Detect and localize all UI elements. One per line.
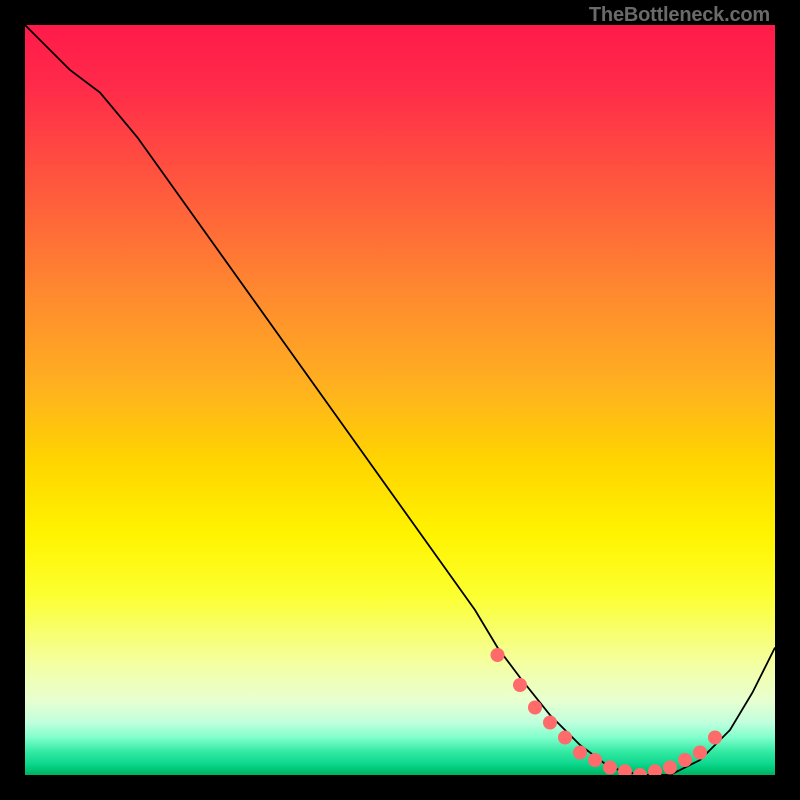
marker-dot <box>558 731 572 745</box>
chart-svg <box>25 25 775 775</box>
marker-dot <box>603 761 617 775</box>
marker-layer <box>491 648 723 775</box>
marker-dot <box>618 764 632 775</box>
marker-dot <box>693 746 707 760</box>
marker-dot <box>633 768 647 775</box>
marker-dot <box>588 753 602 767</box>
plot-area <box>25 25 775 775</box>
bottleneck-curve <box>25 25 775 775</box>
chart-frame: TheBottleneck.com <box>0 0 800 800</box>
marker-dot <box>663 761 677 775</box>
curve-layer <box>25 25 775 775</box>
marker-dot <box>678 753 692 767</box>
marker-dot <box>528 701 542 715</box>
marker-dot <box>513 678 527 692</box>
marker-dot <box>543 716 557 730</box>
watermark-text: TheBottleneck.com <box>589 4 770 27</box>
marker-dot <box>648 764 662 775</box>
marker-dot <box>491 648 505 662</box>
marker-dot <box>708 731 722 745</box>
marker-dot <box>573 746 587 760</box>
